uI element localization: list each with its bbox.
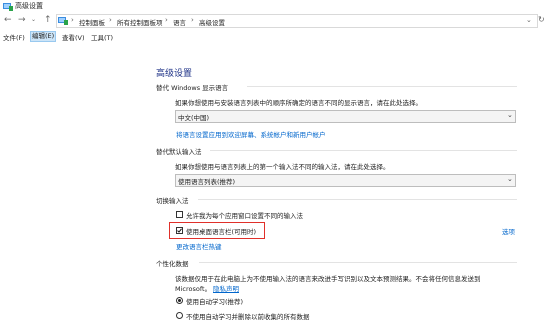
breadcrumb-separator-icon: › [109,16,112,24]
no-auto-learning-label: 不使用自动学习并删除以前收集的所有数据 [186,313,310,321]
refresh-icon[interactable]: ↻ [538,15,545,24]
back-button[interactable]: ← [4,16,12,25]
no-auto-learning-radio[interactable] [176,312,183,319]
chevron-down-icon: ⌄ [507,111,513,119]
auto-learning-radio[interactable] [176,297,183,304]
control-panel-icon [58,17,68,25]
personalization-description: 该数据仅用于在此电脑上为不使用输入法的语言来改进手写识别以及文本预测结果。不会将… [175,275,481,283]
apply-language-settings-link[interactable]: 将语言设置应用到欢迎屏幕、系统帐户和新用户帐户 [176,129,326,139]
display-language-title: 替代 Windows 显示语言 [156,84,229,92]
menu-view[interactable]: 查看(V) [61,32,86,42]
menu-tools[interactable]: 工具(T) [90,32,114,42]
personalization-description-prefix: Microsoft。 [175,285,212,293]
section-divider [247,86,517,87]
breadcrumb-separator-icon: › [71,16,74,24]
breadcrumb-language[interactable]: 语言 [173,17,186,27]
breadcrumb-control-panel[interactable]: 控制面板 [79,17,105,27]
page-title: 高级设置 [156,69,193,79]
section-divider [199,262,517,263]
default-input-value: 使用语言列表(推荐) [178,178,236,186]
change-hotkeys-link[interactable]: 更改语言栏热键 [176,241,222,251]
switch-input-title: 切换输入法 [156,197,189,205]
per-app-input-checkbox[interactable] [176,211,183,218]
control-panel-icon [3,3,13,11]
forward-button[interactable]: → [18,16,26,25]
display-language-description: 如果你想使用与安装语言列表中的顺序所确定的语言不同的显示语言，请在此处选择。 [175,99,422,107]
radio-selected-dot [178,299,181,302]
title-bar [0,0,547,13]
display-language-value: 中文(中国) [178,114,210,122]
chevron-down-icon: ⌄ [507,175,513,183]
menu-edit[interactable]: 编辑(E) [30,31,57,42]
default-input-title: 替代默认输入法 [156,148,202,156]
default-input-description: 如果你想使用与语言列表上的第一个输入法不同的输入法，请在此处选择。 [175,163,390,171]
personalization-title: 个性化数据 [156,260,189,268]
highlight-box [169,222,265,239]
breadcrumb-advanced-settings[interactable]: 高级设置 [199,17,225,27]
auto-learning-label: 使用自动学习(推荐) [186,298,244,306]
section-divider [210,150,517,151]
privacy-statement-link[interactable]: 隐私声明 [213,283,239,293]
up-button[interactable]: ↑ [44,16,52,25]
chevron-down-icon[interactable]: ⌄ [526,16,532,24]
options-link[interactable]: 选项 [502,226,515,236]
breadcrumb-all-items[interactable]: 所有控制面板项 [117,17,163,27]
recent-locations-icon[interactable]: ⌄ [31,17,36,23]
display-language-select[interactable] [175,110,516,123]
section-divider [198,199,517,200]
per-app-input-label: 允许我为每个应用窗口设置不同的输入法 [186,212,303,220]
breadcrumb-separator-icon: › [165,16,168,24]
breadcrumb-separator-icon: › [191,16,194,24]
menu-file[interactable]: 文件(F) [2,32,26,42]
window-title: 高级设置 [15,2,43,10]
